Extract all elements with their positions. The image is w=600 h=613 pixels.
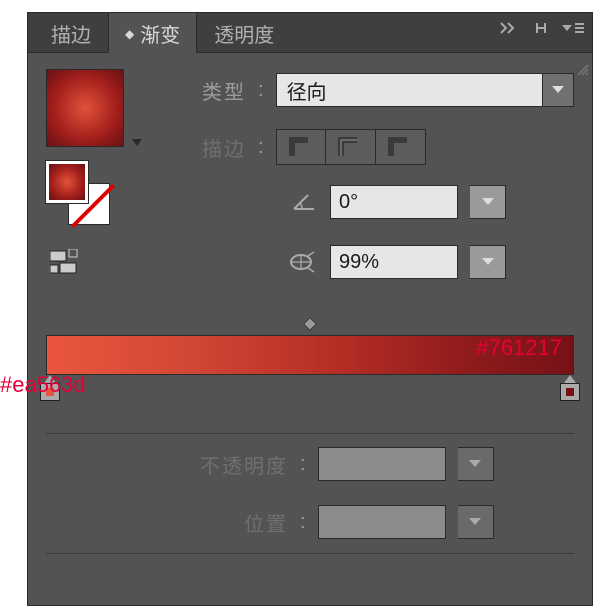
resize-grip-icon[interactable] <box>574 60 590 83</box>
type-value: 径向 <box>276 73 542 107</box>
aspect-dropdown[interactable] <box>470 245 506 279</box>
aspect-input[interactable]: 99% <box>330 245 458 279</box>
aspect-value: 99% <box>339 251 379 274</box>
colon: : <box>258 136 264 159</box>
panel-body: 类型: 径向 描边: 0° 99% <box>28 53 592 85</box>
tab-stroke-label: 描边 <box>51 19 91 48</box>
angle-value: 0° <box>339 191 358 214</box>
divider <box>46 433 574 434</box>
tab-transparency[interactable]: 透明度 <box>197 12 291 52</box>
dropdown-icon[interactable] <box>542 73 574 107</box>
collapse-icon[interactable] <box>534 21 548 35</box>
aspect-icon <box>258 250 318 274</box>
tab-bar: 描边 ◆ 渐变 透明度 <box>28 13 592 53</box>
type-row: 类型: 径向 <box>158 73 574 107</box>
position-dropdown <box>458 505 494 539</box>
opacity-input <box>318 447 446 481</box>
reverse-gradient-icon[interactable] <box>50 249 96 279</box>
opacity-dropdown <box>458 447 494 481</box>
gradient-panel: 描边 ◆ 渐变 透明度 类型: 径向 描边: <box>27 12 593 606</box>
stroke-label: 描边 <box>158 133 246 162</box>
tab-stroke[interactable]: 描边 <box>34 12 108 52</box>
midpoint-diamond[interactable] <box>303 317 317 331</box>
tab-transparency-label: 透明度 <box>214 19 274 48</box>
angle-icon <box>258 191 318 213</box>
opacity-label: 不透明度 <box>158 450 288 479</box>
fill-stroke-widget <box>46 161 116 221</box>
stroke-row: 描边: <box>158 129 574 165</box>
type-select[interactable]: 径向 <box>276 73 574 107</box>
panel-controls <box>500 21 584 35</box>
dirty-icon: ◆ <box>125 27 134 41</box>
angle-dropdown[interactable] <box>470 185 506 219</box>
colon: : <box>300 453 306 476</box>
swatch-menu-caret-icon[interactable] <box>132 139 142 146</box>
angle-input[interactable]: 0° <box>330 185 458 219</box>
position-row: 位置: <box>158 505 574 539</box>
stop-swatch-right <box>566 388 574 396</box>
panel-menu-icon[interactable] <box>562 21 584 35</box>
color-stop-right[interactable] <box>560 375 580 401</box>
annotation-left: #ea563d <box>0 372 86 398</box>
stroke-mode-1[interactable] <box>276 129 326 165</box>
angle-row: 0° <box>158 185 574 219</box>
stroke-segments <box>276 129 426 165</box>
stroke-mode-3[interactable] <box>376 129 426 165</box>
colon: : <box>258 79 264 102</box>
type-label: 类型 <box>158 76 246 105</box>
gradient-preview-swatch[interactable] <box>46 69 124 147</box>
divider <box>46 553 574 554</box>
fill-swatch[interactable] <box>46 161 88 203</box>
fast-forward-icon[interactable] <box>500 22 520 34</box>
annotation-right: #761217 <box>476 335 562 361</box>
opacity-row: 不透明度: <box>158 447 574 481</box>
colon: : <box>300 511 306 534</box>
position-label: 位置 <box>158 508 288 537</box>
position-input <box>318 505 446 539</box>
stroke-mode-2[interactable] <box>326 129 376 165</box>
tab-gradient-label: 渐变 <box>140 19 180 48</box>
tab-gradient[interactable]: ◆ 渐变 <box>108 12 197 53</box>
aspect-row: 99% <box>158 245 574 279</box>
